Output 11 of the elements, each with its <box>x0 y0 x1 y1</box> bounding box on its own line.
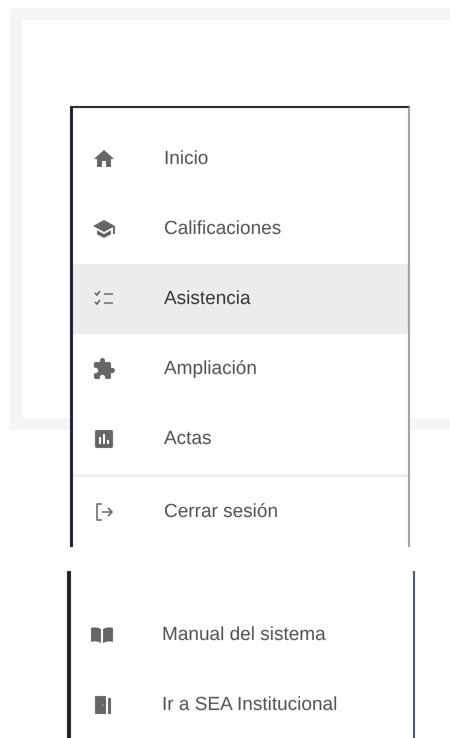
menu-link[interactable]: Ir a SEA Institucional <box>71 670 413 738</box>
menu-item[interactable]: Actas <box>73 404 408 474</box>
menu-item[interactable]: Inicio <box>73 124 408 194</box>
graduation-cap-icon <box>92 217 116 241</box>
menu-link[interactable]: Manual del sistema <box>71 600 413 670</box>
bar-chart-icon <box>92 427 116 451</box>
menu-item[interactable]: Ampliación <box>73 334 408 404</box>
puzzle-icon <box>92 357 116 381</box>
menu-item[interactable]: Cerrar sesión <box>73 477 408 547</box>
menu-item[interactable]: Calificaciones <box>73 194 408 264</box>
menu-item[interactable]: Asistencia <box>73 264 408 334</box>
